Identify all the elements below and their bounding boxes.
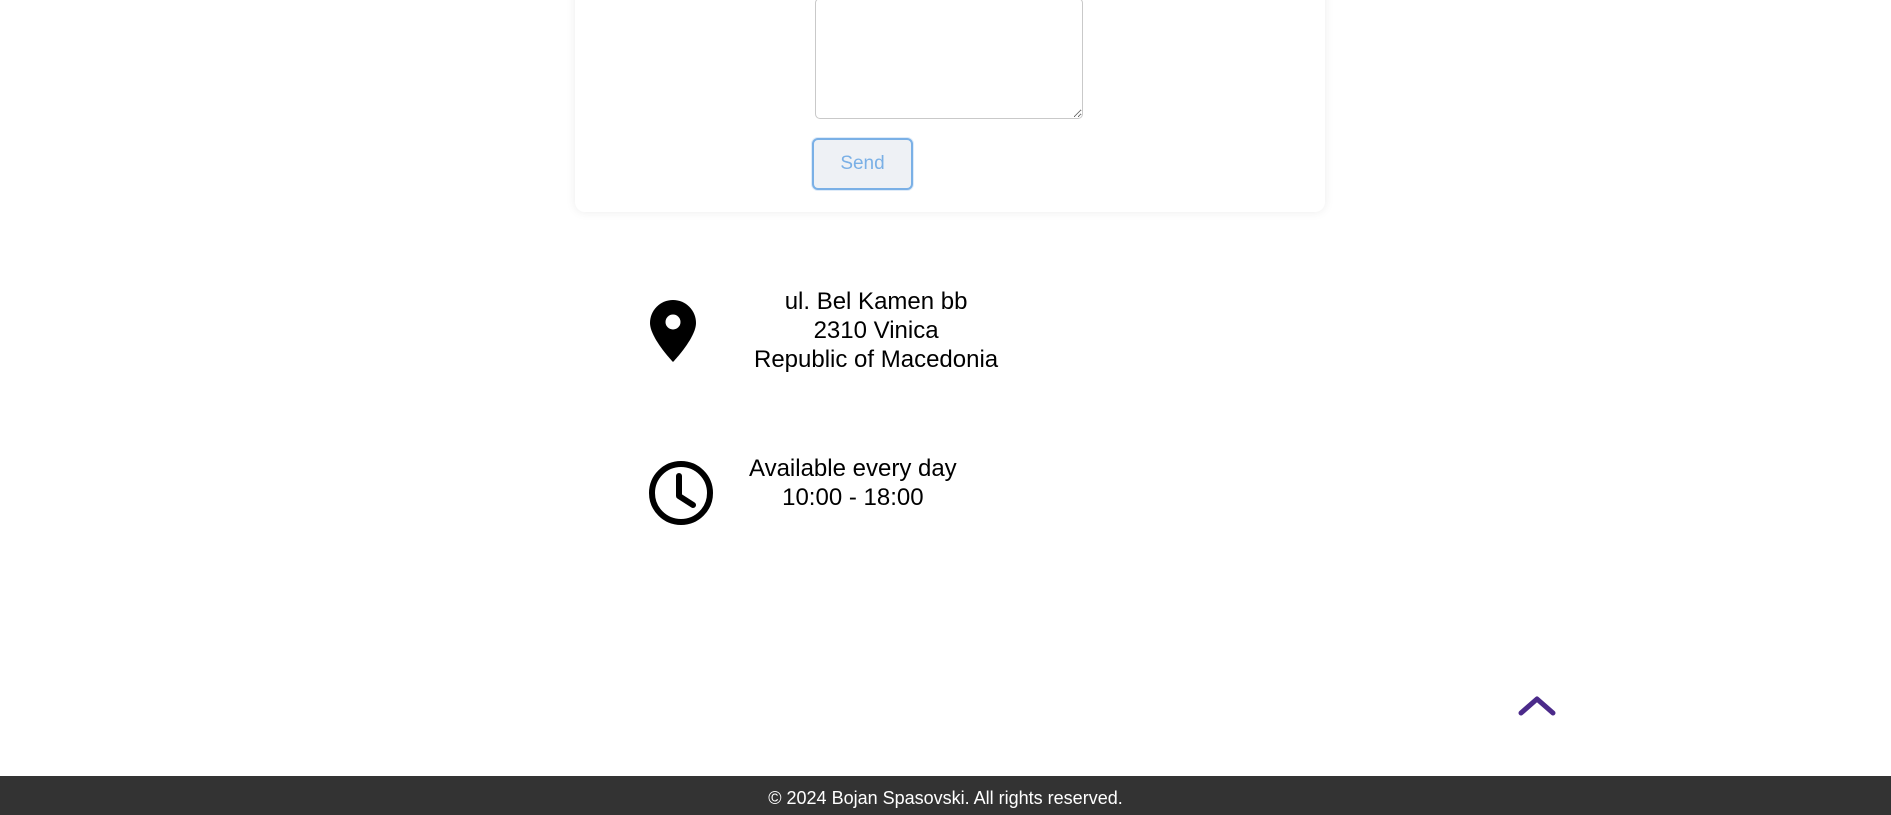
hours-line-1: Available every day (749, 455, 957, 482)
scroll-to-top-button[interactable] (1515, 690, 1559, 720)
address-line-2: 2310 Vinica (813, 317, 939, 344)
send-button[interactable]: Send (812, 138, 913, 190)
address-line-3: Republic of Macedonia (754, 346, 999, 373)
hours-text: Available every day 10:00 - 18:00 (749, 454, 957, 512)
footer: © 2024 Bojan Spasovski. All rights reser… (0, 776, 1891, 815)
message-textarea[interactable] (815, 0, 1083, 119)
clock-icon (648, 460, 714, 526)
hours-row: Available every day 10:00 - 18:00 (648, 455, 957, 526)
copyright-text: © 2024 Bojan Spasovski. All rights reser… (768, 788, 1123, 808)
address-row: ul. Bel Kamen bb 2310 Vinica Republic of… (646, 287, 998, 374)
chevron-up-icon (1518, 696, 1556, 716)
map-pin-icon (646, 298, 700, 364)
address-line-1: ul. Bel Kamen bb (784, 288, 968, 315)
page: Send ul. Bel Kamen bb 2310 Vinica Republ… (0, 0, 1891, 815)
address-text: ul. Bel Kamen bb 2310 Vinica Republic of… (754, 287, 998, 374)
hours-line-2: 10:00 - 18:00 (782, 484, 924, 511)
